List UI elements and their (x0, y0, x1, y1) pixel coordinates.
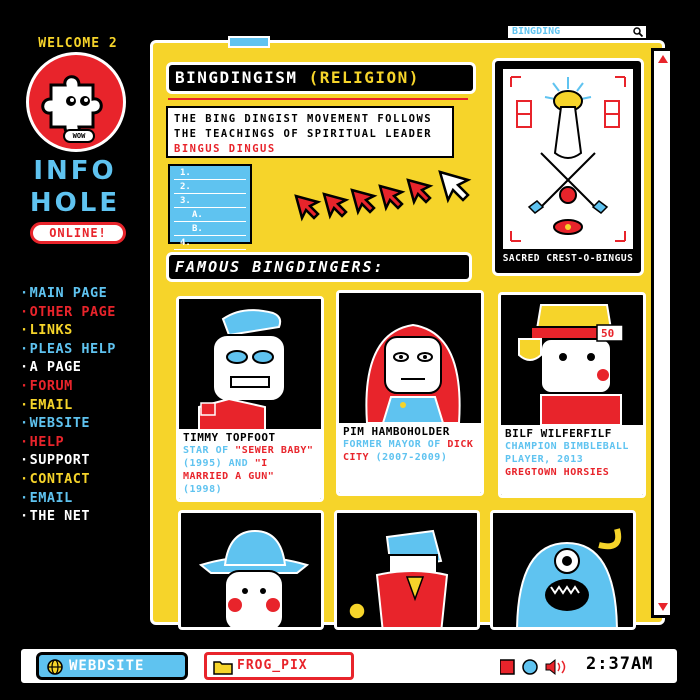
sidebar-nav-item[interactable]: SUPPORT (20, 451, 116, 470)
clock: 2:37AM (586, 654, 654, 674)
cowboy-portrait-icon (181, 513, 321, 627)
sidebar-nav-item[interactable]: MAIN PAGE (20, 284, 116, 303)
desc-part: (1998) (183, 484, 223, 495)
sidebar-nav: MAIN PAGEOTHER PAGELINKSPLEAS HELPA PAGE… (20, 284, 116, 526)
article-title: BINGDINGISM (RELIGION) (166, 62, 476, 94)
search-input[interactable]: BINGDING (512, 26, 560, 38)
person-info: BILF WILFERFILF CHAMPION BIMBLEBALL PLAY… (501, 425, 643, 495)
sidebar-nav-item[interactable]: A PAGE (20, 358, 116, 377)
person-card-5[interactable] (334, 510, 480, 630)
cursor-arrows-decoration (294, 170, 472, 222)
toc-item[interactable]: 2. (174, 182, 246, 194)
site-title-line2: HOLE (29, 188, 121, 218)
person-name: BILF WILFERFILF (505, 427, 612, 440)
crest-icon (510, 76, 626, 242)
person-card-timmy[interactable]: TIMMY TOPFOOT STAR OF "SEWER BABY" (1995… (176, 296, 324, 502)
sidebar-nav-item[interactable]: FORUM (20, 377, 116, 396)
person-description: FORMER MAYOR OF DICK CITY (2007-2009) (343, 438, 477, 464)
bearded-portrait-icon (337, 513, 477, 627)
magnifier-icon[interactable] (633, 27, 643, 37)
title-underline (168, 98, 468, 100)
sidebar-nav-item[interactable]: OTHER PAGE (20, 303, 116, 322)
taskbar-folder-frog-pix[interactable]: FROG_PIX (204, 652, 354, 680)
sidebar-nav-item[interactable]: PLEAS HELP (20, 340, 116, 359)
sidebar-nav-item[interactable]: CONTACT (20, 470, 116, 489)
search-bar[interactable]: BINGDING (506, 24, 648, 40)
system-tray (500, 658, 566, 676)
table-of-contents: 1. 2. 3. A. B. 4. (168, 164, 252, 250)
network-icon[interactable] (522, 659, 538, 675)
sidebar-nav-item[interactable]: WEBSITE (20, 414, 116, 433)
monster-portrait-icon (493, 513, 633, 627)
desc-part: (2007-2009) (369, 452, 448, 463)
desc-part-accent: GREGTOWN HORSIES (505, 467, 610, 478)
pim-portrait-icon (339, 293, 481, 423)
folder-icon (213, 661, 233, 675)
sacred-crest-image (501, 67, 635, 251)
intro-paragraph: THE BING DINGIST MOVEMENT FOLLOWS THE TE… (166, 106, 454, 158)
sidebar-nav-item[interactable]: EMAIL (20, 489, 116, 508)
browser-tab[interactable] (228, 36, 270, 48)
timmy-portrait-icon (179, 299, 321, 429)
person-info: PIM HAMBOHOLDER FORMER MAYOR OF DICK CIT… (339, 423, 481, 493)
sidebar-nav-item[interactable]: THE NET (20, 507, 116, 526)
start-button-label: WEBDSITE (69, 658, 145, 674)
crest-panel: SACRED CREST-O-BINGUS (492, 58, 644, 276)
sidebar-nav-item[interactable]: HELP (20, 433, 116, 452)
crest-caption: SACRED CREST-O-BINGUS (502, 253, 634, 264)
site-logo[interactable]: WOW (26, 52, 126, 152)
person-description: CHAMPION BIMBLEBALL PLAYER, 2013 GREGTOW… (505, 440, 639, 479)
person-card-bilf[interactable]: 50 BILF WILFERFILF CHAMPION BIMBLEBALL P… (498, 292, 646, 498)
person-card-4[interactable] (178, 510, 324, 630)
person-card-6[interactable] (490, 510, 636, 630)
person-name: TIMMY TOPFOOT (183, 431, 276, 444)
intro-text: THE BING DINGIST MOVEMENT FOLLOWS THE TE… (174, 113, 433, 140)
article-title-text: BINGDINGISM (175, 68, 298, 87)
sidebar-nav-item[interactable]: LINKS (20, 321, 116, 340)
site-title-line1: INFO (33, 156, 117, 186)
start-button[interactable]: WEBDSITE (36, 652, 188, 680)
desc-part-accent: "SEWER BABY" (235, 445, 314, 456)
toc-item[interactable]: 3. (174, 196, 246, 208)
stop-icon[interactable] (500, 659, 515, 675)
person-card-pim[interactable]: PIM HAMBOHOLDER FORMER MAYOR OF DICK CIT… (336, 290, 484, 496)
person-info: TIMMY TOPFOOT STAR OF "SEWER BABY" (1995… (179, 429, 321, 499)
portrait-badge-number: 50 (601, 327, 614, 340)
online-badge: ONLINE! (30, 222, 126, 244)
famous-heading: FAMOUS BINGDINGERS: (166, 252, 472, 282)
desc-part: STAR OF (183, 445, 236, 456)
logo-badge: WOW (63, 129, 95, 143)
desc-part: (1995) AND (183, 458, 255, 469)
toc-item[interactable]: A. (174, 210, 246, 222)
intro-link-bingus-dingus[interactable]: BINGUS DINGUS (174, 143, 276, 155)
speaker-icon[interactable] (545, 658, 556, 676)
person-name: PIM HAMBOHOLDER (343, 425, 450, 438)
bilf-portrait-icon: 50 (501, 295, 643, 425)
desc-part: CHAMPION BIMBLEBALL PLAYER, 2013 (505, 441, 629, 465)
desc-part: FORMER MAYOR OF (343, 439, 448, 450)
scrollbar[interactable] (651, 48, 673, 618)
person-description: STAR OF "SEWER BABY" (1995) AND "I MARRI… (183, 444, 317, 496)
globe-icon (47, 659, 63, 675)
toc-item[interactable]: 4. (174, 238, 246, 250)
scroll-down-arrow-icon[interactable] (658, 603, 668, 611)
scroll-up-arrow-icon[interactable] (658, 55, 668, 63)
welcome-text: WELCOME 2 (38, 36, 118, 51)
sidebar-nav-item[interactable]: EMAIL (20, 396, 116, 415)
toc-item[interactable]: 1. (174, 168, 246, 180)
article-title-tag: (RELIGION) (308, 68, 420, 87)
toc-item[interactable]: B. (174, 224, 246, 236)
folder-label: FROG_PIX (237, 658, 308, 673)
